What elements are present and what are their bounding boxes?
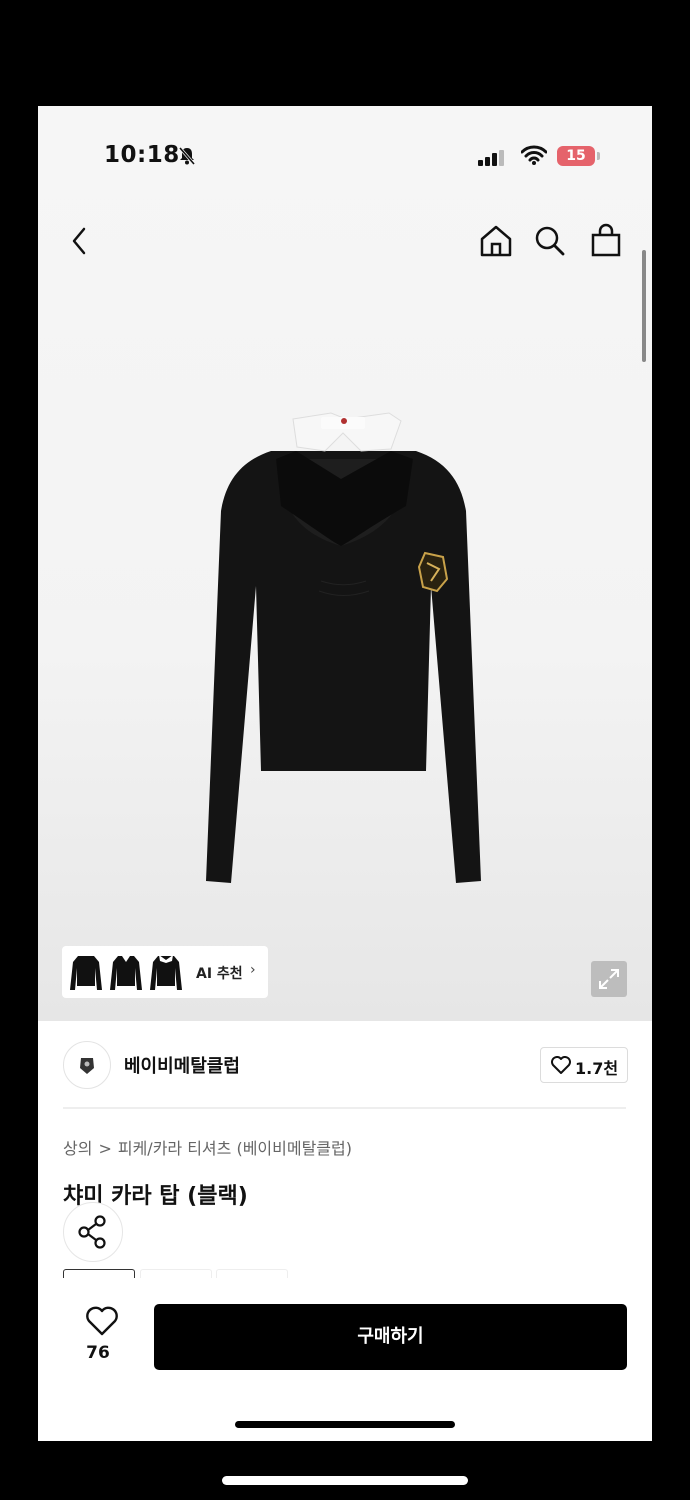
- scrollbar[interactable]: [642, 250, 646, 362]
- breadcrumb-separator: >: [98, 1139, 112, 1158]
- wishlist-count: 76: [86, 1343, 110, 1363]
- outer-home-indicator: [222, 1476, 468, 1485]
- recommend-thumbnail[interactable]: [108, 952, 144, 992]
- product-photo: [206, 412, 481, 883]
- home-indicator[interactable]: [235, 1421, 455, 1428]
- option-tab[interactable]: [63, 1269, 135, 1278]
- status-time: 10:18: [104, 142, 180, 168]
- bottom-action-bar: 76 구매하기: [38, 1284, 652, 1441]
- ai-recommend-label[interactable]: AI 추천: [196, 963, 243, 983]
- product-image-area[interactable]: 10:18 15 AI 추천 ›: [38, 106, 652, 1021]
- status-bar: 10:18 15: [38, 106, 652, 168]
- chevron-right-icon[interactable]: ›: [250, 962, 256, 978]
- recommend-thumbnail[interactable]: [148, 952, 184, 992]
- share-icon: [78, 1215, 106, 1249]
- brand-name[interactable]: 베이비메탈클럽: [124, 1052, 240, 1078]
- battery-tip: [597, 152, 600, 160]
- option-tab[interactable]: [216, 1269, 288, 1278]
- breadcrumb-subcategory[interactable]: 피케/카라 티셔츠 (베이비메탈클럽): [118, 1139, 352, 1158]
- expand-button[interactable]: [591, 961, 627, 997]
- buy-button[interactable]: 구매하기: [154, 1304, 627, 1370]
- recommend-thumbnail[interactable]: [68, 952, 104, 992]
- share-button[interactable]: [63, 1202, 123, 1262]
- wifi-icon: [521, 145, 547, 165]
- chevron-left-icon[interactable]: [70, 226, 90, 256]
- battery-indicator: 15: [557, 146, 595, 166]
- divider: [63, 1107, 626, 1109]
- wishlist-button[interactable]: [82, 1306, 122, 1340]
- breadcrumb-category[interactable]: 상의: [63, 1139, 92, 1158]
- app-screen: 10:18 15 AI 추천 › 베이비메탈클럽 1.7천 상의 > 피케/카라…: [38, 106, 652, 1441]
- bell-muted-icon: [178, 147, 196, 165]
- ai-recommend-strip[interactable]: AI 추천 ›: [62, 946, 268, 998]
- heart-icon: [86, 1306, 118, 1336]
- breadcrumb: 상의 > 피케/카라 티셔츠 (베이비메탈클럽): [63, 1135, 352, 1159]
- brand-logo[interactable]: [63, 1041, 111, 1089]
- search-icon[interactable]: [534, 225, 566, 257]
- shopping-bag-icon[interactable]: [590, 223, 622, 257]
- brand-like-button[interactable]: 1.7천: [540, 1047, 628, 1083]
- crest-icon: [80, 1058, 94, 1074]
- home-icon[interactable]: [479, 224, 513, 258]
- heart-icon: [551, 1056, 571, 1074]
- option-tab[interactable]: [140, 1269, 212, 1278]
- expand-icon: [599, 969, 619, 989]
- signal-icon: [478, 150, 504, 166]
- brand-like-count: 1.7천: [575, 1059, 619, 1078]
